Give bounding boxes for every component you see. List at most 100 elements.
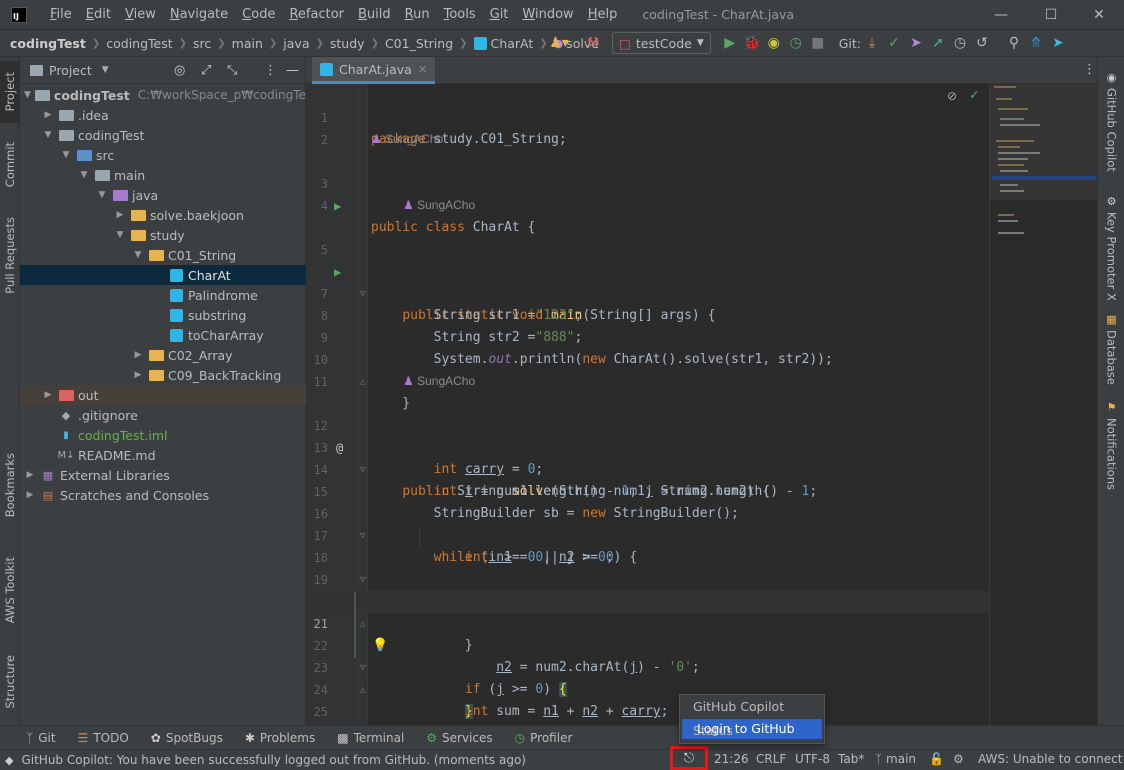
menu-git[interactable]: Git	[483, 0, 516, 29]
tree-item-solve-baekjoon[interactable]: ▶ solve.baekjoon	[20, 205, 306, 225]
file-encoding[interactable]: UTF-8	[795, 752, 830, 766]
tool-todo[interactable]: ☰ TODO	[78, 731, 129, 745]
tree-item-iml[interactable]: ▮ codingTest.iml	[20, 425, 306, 445]
more-tabs-icon[interactable]: ⋮	[1083, 62, 1096, 77]
close-button[interactable]: ✕	[1076, 0, 1122, 29]
menu-edit[interactable]: Edit	[79, 0, 118, 29]
menu-build[interactable]: Build	[351, 0, 398, 29]
menu-window[interactable]: Window	[515, 0, 580, 29]
git-commit-icon[interactable]: ✓	[883, 32, 905, 54]
tool-terminal[interactable]: ▩ Terminal	[337, 731, 404, 745]
tool-tab-commit[interactable]: Commit	[0, 133, 20, 197]
tree-item-c01-string[interactable]: ▼ C01_String	[20, 245, 306, 265]
tool-git[interactable]: ᛉ Git	[26, 731, 56, 745]
more-options-icon[interactable]: ⋮	[264, 63, 277, 78]
caret-position[interactable]: 21:26	[714, 752, 749, 766]
tree-item-tochararray[interactable]: toCharArray	[20, 325, 306, 345]
git-pull-request-icon[interactable]: ➚	[927, 32, 949, 54]
project-view-select[interactable]: Project	[49, 63, 92, 78]
breadcrumb-study[interactable]: study	[330, 36, 365, 51]
tree-item-scratches[interactable]: ▶ ▤ Scratches and Consoles	[20, 485, 306, 505]
tree-item-main[interactable]: ▼ main	[20, 165, 306, 185]
tool-tab-notifications[interactable]: ⚑ Notifications	[1098, 397, 1124, 490]
search-icon[interactable]: ⚲	[1003, 32, 1025, 54]
menu-view[interactable]: View	[118, 0, 163, 29]
copilot-status-button[interactable]: ⎋	[670, 746, 708, 770]
minimize-button[interactable]: —	[978, 0, 1024, 29]
update-icon[interactable]: ⤊	[1025, 32, 1047, 54]
fold-icon[interactable]: △	[360, 371, 365, 393]
user-account-icon[interactable]: ♟▾	[548, 32, 570, 54]
tree-item-gitignore[interactable]: ◆ .gitignore	[20, 405, 306, 425]
tool-services[interactable]: ⚙ Services	[426, 731, 492, 745]
tool-spotbugs[interactable]: ✿ SpotBugs	[151, 731, 223, 745]
tool-tab-key-promoter[interactable]: ⚙ Key Promoter X	[1098, 191, 1124, 301]
menu-file[interactable]: File	[43, 0, 79, 29]
tree-item-substring[interactable]: substring	[20, 305, 306, 325]
tool-problems[interactable]: ✱ Problems	[245, 731, 315, 745]
line-separator[interactable]: CRLF	[756, 752, 786, 766]
hide-panel-icon[interactable]: —	[286, 63, 299, 78]
breadcrumb-main[interactable]: main	[232, 36, 263, 51]
tab-charat-java[interactable]: CharAt.java ✕	[312, 57, 436, 84]
tree-item-root[interactable]: ▼ codingTest C:₩workSpace_p₩codingTest	[20, 85, 317, 105]
git-rollback-icon[interactable]: ↺	[971, 32, 993, 54]
code-with-me-icon[interactable]: ➤	[1047, 32, 1069, 54]
tree-item-palindrome[interactable]: Palindrome	[20, 285, 306, 305]
stop-icon[interactable]: ■	[807, 32, 829, 54]
menu-run[interactable]: Run	[398, 0, 437, 29]
tree-item-idea[interactable]: ▶ .idea	[20, 105, 306, 125]
tool-tab-aws-toolkit[interactable]: AWS Toolkit	[0, 545, 20, 635]
run-icon[interactable]: ▶	[719, 32, 741, 54]
tree-item-charat[interactable]: CharAt	[20, 265, 306, 285]
tree-item-src[interactable]: ▼ src	[20, 145, 306, 165]
chevron-down-icon[interactable]: ▼	[102, 65, 109, 75]
git-update-icon[interactable]: ⤓	[861, 32, 883, 54]
expand-all-icon[interactable]: ⤢	[201, 63, 211, 78]
breadcrumb-module[interactable]: codingTest	[106, 36, 172, 51]
tool-profiler[interactable]: ◷ Profiler	[515, 731, 573, 745]
aws-settings-icon[interactable]: ⚙	[953, 752, 964, 766]
menu-code[interactable]: Code	[235, 0, 282, 29]
aws-connection-status[interactable]: AWS: Unable to connect	[978, 752, 1122, 766]
login-to-github-menu-item[interactable]: Login to GitHub	[682, 719, 822, 739]
collapse-all-icon[interactable]: ⤡	[227, 63, 237, 78]
tool-tab-github-copilot[interactable]: ◉ GitHub Copilot	[1098, 67, 1124, 172]
maximize-button[interactable]: ☐	[1028, 0, 1074, 29]
tree-item-java[interactable]: ▼ java	[20, 185, 306, 205]
git-history-icon[interactable]: ◷	[949, 32, 971, 54]
menu-help[interactable]: Help	[581, 0, 625, 29]
indent-setting[interactable]: Tab*	[838, 752, 864, 766]
tree-item-out[interactable]: ▶ out	[20, 385, 306, 405]
menu-navigate[interactable]: Navigate	[163, 0, 235, 29]
readonly-lock-icon[interactable]: 🔓	[929, 752, 944, 766]
reader-mode-icon[interactable]: ⊘	[947, 89, 957, 103]
profile-icon[interactable]: ◷	[785, 32, 807, 54]
build-hammer-icon[interactable]: ⚒	[582, 32, 604, 54]
tool-tab-structure[interactable]: Structure	[0, 647, 20, 717]
tree-item-c09-backtracking[interactable]: ▶ C09_BackTracking	[20, 365, 306, 385]
tree-item-study[interactable]: ▼ study	[20, 225, 306, 245]
menu-refactor[interactable]: Refactor	[282, 0, 351, 29]
code-editor[interactable]: 1 package study.C01_String; ⊘ ✓ 2 ♟ Sung…	[306, 84, 989, 725]
tree-item-module[interactable]: ▼ codingTest	[20, 125, 306, 145]
tool-tab-project[interactable]: Project	[0, 61, 20, 123]
status-message[interactable]: GitHub Copilot: You have been successful…	[21, 753, 526, 767]
run-configuration-select[interactable]: □ testCode ▼	[612, 32, 711, 54]
breadcrumb-java[interactable]: java	[283, 36, 309, 51]
tree-item-external-libraries[interactable]: ▶ ▦ External Libraries	[20, 465, 306, 485]
breadcrumb-class[interactable]: CharAt	[491, 36, 534, 51]
breadcrumb-project[interactable]: codingTest	[10, 36, 86, 51]
debug-icon[interactable]: 🐞	[741, 32, 763, 54]
breadcrumb-package[interactable]: C01_String	[385, 36, 453, 51]
tool-tab-bookmarks[interactable]: Bookmarks	[0, 449, 20, 521]
tree-item-c02-array[interactable]: ▶ C02_Array	[20, 345, 306, 365]
tool-tab-pull-requests[interactable]: Pull Requests	[0, 207, 20, 303]
select-opened-file-icon[interactable]: ◎	[174, 63, 185, 78]
git-branch-widget[interactable]: ᛉ main	[875, 752, 916, 766]
git-push-icon[interactable]: ➤	[905, 32, 927, 54]
breadcrumb-src[interactable]: src	[193, 36, 211, 51]
no-problems-check-icon[interactable]: ✓	[969, 88, 980, 103]
code-minimap[interactable]	[989, 84, 1098, 725]
tree-item-readme[interactable]: M↓ README.md	[20, 445, 306, 465]
